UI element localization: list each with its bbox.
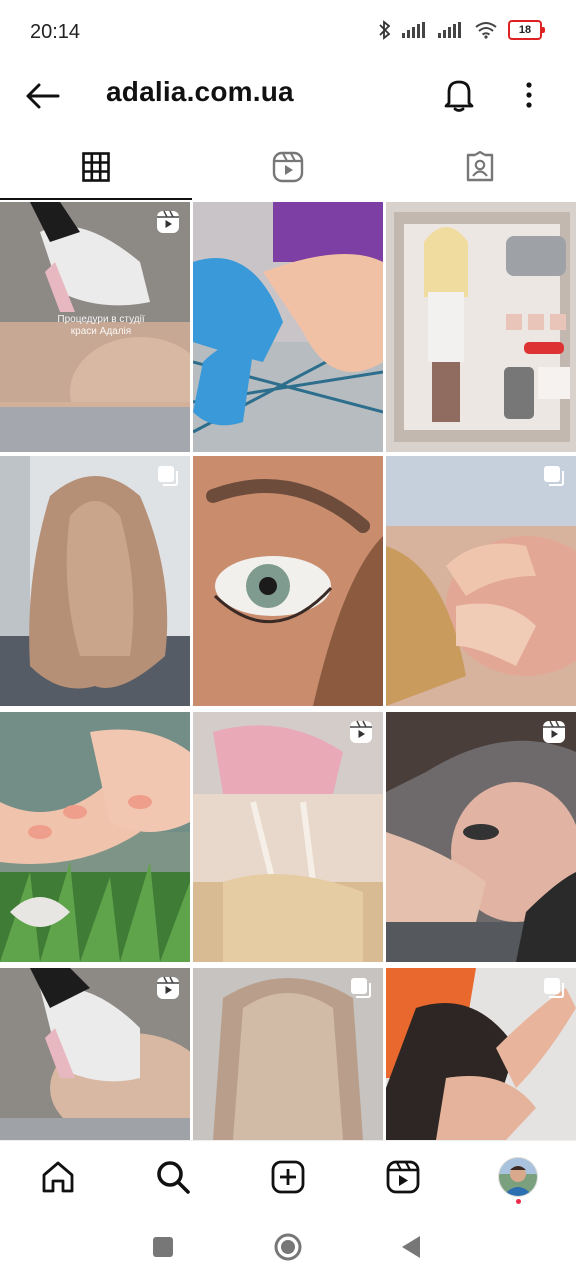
home-system-button[interactable]	[273, 1232, 303, 1262]
reel-badge-icon	[157, 976, 179, 999]
post-tile-8[interactable]	[193, 712, 383, 962]
bell-icon	[444, 80, 474, 112]
grid-icon	[82, 152, 110, 182]
signal-icon-2	[438, 22, 461, 38]
post-tile-5[interactable]	[193, 456, 383, 706]
reels-icon	[272, 151, 304, 183]
post-tile-7[interactable]	[0, 712, 190, 962]
more-options-button[interactable]	[512, 72, 546, 118]
status-icons: 18	[378, 20, 545, 40]
signal-icon	[402, 22, 425, 38]
carousel-badge-icon	[158, 466, 178, 486]
wifi-icon	[475, 22, 497, 39]
notification-dot	[516, 1199, 521, 1204]
circle-home-icon	[274, 1233, 302, 1261]
status-time: 20:14	[30, 21, 81, 43]
post-image	[386, 202, 576, 452]
tab-tagged[interactable]	[384, 134, 576, 200]
nav-profile[interactable]	[496, 1155, 540, 1204]
arrow-left-icon	[26, 83, 60, 109]
search-icon	[157, 1161, 190, 1194]
home-icon	[42, 1161, 74, 1193]
bottom-nav	[0, 1140, 576, 1215]
carousel-badge-icon	[351, 978, 371, 998]
triangle-back-icon	[402, 1236, 420, 1258]
nav-reels[interactable]	[381, 1155, 425, 1199]
profile-avatar-image	[499, 1158, 537, 1196]
nav-create[interactable]	[266, 1155, 310, 1199]
battery-indicator: 18	[508, 20, 545, 40]
post-image	[193, 712, 383, 962]
avatar	[498, 1157, 538, 1197]
post-tile-4[interactable]	[0, 456, 190, 706]
post-image	[193, 456, 383, 706]
post-image	[0, 712, 190, 962]
post-tile-11[interactable]	[193, 968, 383, 1140]
profile-tabs	[0, 134, 576, 200]
add-post-icon	[271, 1160, 305, 1194]
back-button[interactable]	[20, 74, 64, 118]
post-tile-9[interactable]	[386, 712, 576, 962]
status-bar: 20:14 18	[0, 0, 576, 64]
post-tile-3[interactable]	[386, 202, 576, 452]
post-image	[193, 202, 383, 452]
nav-search[interactable]	[151, 1155, 195, 1199]
tab-reels[interactable]	[192, 134, 384, 200]
post-tile-2[interactable]	[193, 202, 383, 452]
tab-posts-grid[interactable]	[0, 134, 192, 200]
post-tile-1[interactable]: Процедури в студії краси Адалія	[0, 202, 190, 452]
bluetooth-icon	[379, 20, 391, 40]
notifications-button[interactable]	[436, 72, 482, 118]
reel-badge-icon	[350, 720, 372, 743]
carousel-badge-icon	[544, 978, 564, 998]
post-tile-12[interactable]	[386, 968, 576, 1140]
nav-home[interactable]	[36, 1155, 80, 1199]
system-nav-bar	[0, 1214, 576, 1280]
recent-apps-button[interactable]	[148, 1232, 178, 1262]
profile-username: adalia.com.ua	[106, 76, 294, 107]
post-overlay-text: Процедури в студії краси Адалія	[57, 314, 145, 337]
reels-icon	[386, 1160, 420, 1194]
back-system-button[interactable]	[396, 1232, 426, 1262]
post-image	[0, 456, 190, 706]
post-tile-6[interactable]	[386, 456, 576, 706]
post-image	[386, 456, 576, 706]
post-tile-10[interactable]	[0, 968, 190, 1140]
square-icon	[153, 1237, 173, 1257]
reel-badge-icon	[157, 210, 179, 233]
tagged-user-icon	[466, 151, 494, 182]
profile-header: adalia.com.ua	[0, 64, 576, 134]
post-image	[386, 712, 576, 962]
reel-badge-icon	[543, 720, 565, 743]
carousel-badge-icon	[544, 466, 564, 486]
more-vertical-icon	[526, 82, 532, 108]
